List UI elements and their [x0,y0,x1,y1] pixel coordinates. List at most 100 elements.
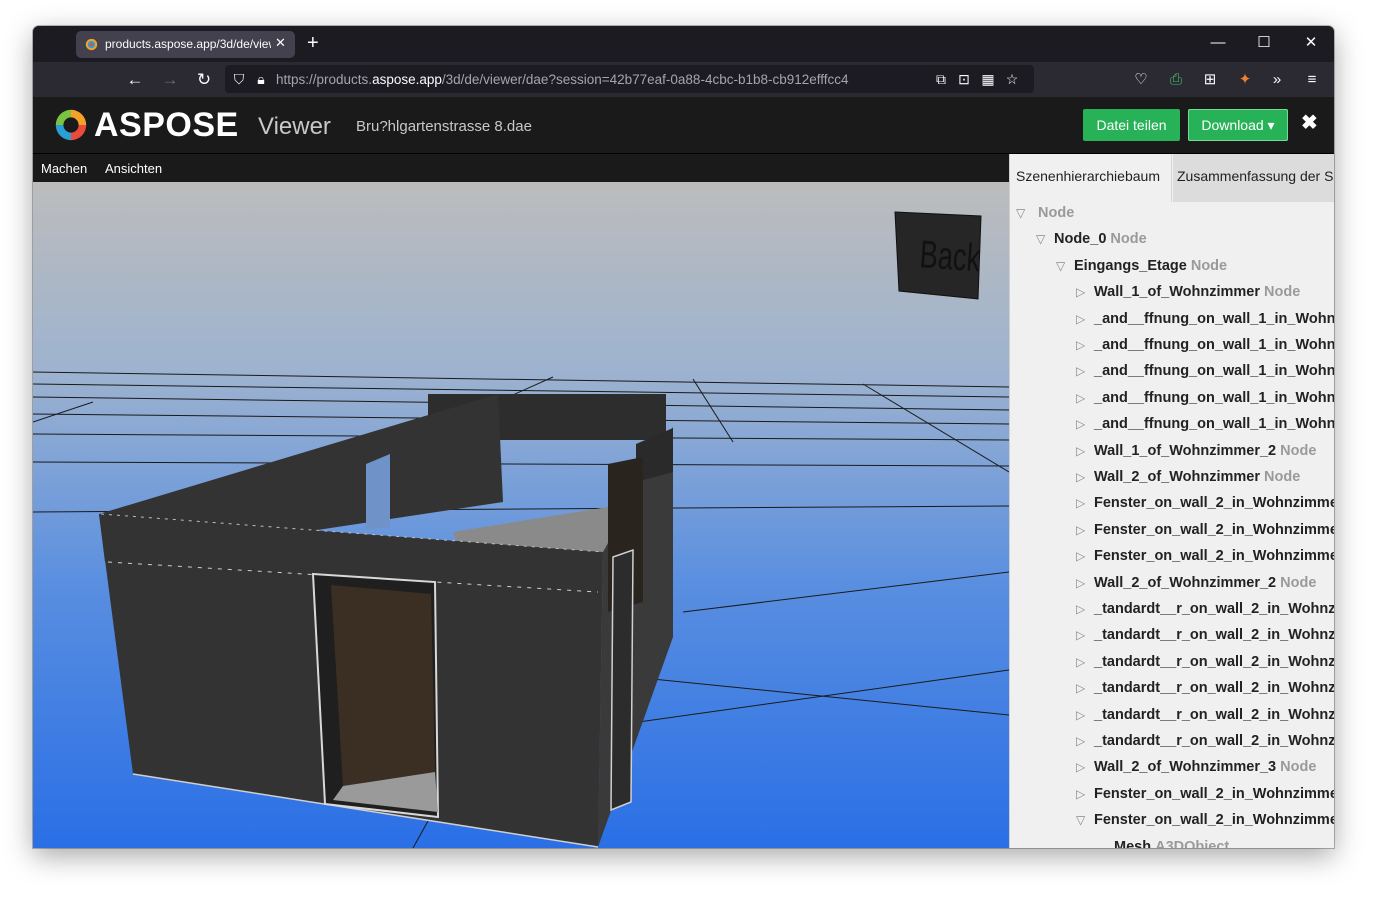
tab-scene-hierarchy[interactable]: Szenenhierarchiebaum [1010,154,1172,202]
new-tab-button[interactable]: + [307,32,319,54]
navigation-bar: ← → ↻ ⛉ 🔒︎ https://products.aspose.app/3… [33,62,1334,97]
front-door-panel [331,585,435,786]
collapsed-triangle-icon[interactable]: ▷ [1076,364,1094,378]
collapsed-triangle-icon[interactable]: ▷ [1076,576,1094,590]
collapsed-triangle-icon[interactable]: ▷ [1076,338,1094,352]
forward-arrow-icon[interactable]: → [157,67,183,93]
tree-node-name: _and__ffnung_on_wall_1_in_Wohnzimmer [1094,416,1334,433]
browser-window: products.aspose.app/3d/de/viewer ✕ + — ☐… [33,26,1334,848]
tree-node[interactable]: ▷_and__ffnung_on_wall_1_in_Wohnzimmer No… [1076,363,1334,385]
fox-addon-icon[interactable]: ✦ [1234,69,1256,91]
reload-icon[interactable]: ↻ [191,67,217,93]
minimize-icon[interactable]: — [1205,32,1231,54]
tree-node-name: Fenster_on_wall_2_in_Wohnzimmer [1094,495,1334,512]
tree-node[interactable]: ▽ Node_0 Node [1036,231,1147,253]
window-close-icon[interactable]: ✕ [1298,32,1324,54]
collapsed-triangle-icon[interactable]: ▷ [1076,523,1094,537]
collapsed-triangle-icon[interactable]: ▷ [1076,681,1094,695]
tree-node[interactable]: ▽Fenster_on_wall_2_in_Wohnzimmer Node [1076,812,1334,834]
collapsed-triangle-icon[interactable]: ▷ [1076,760,1094,774]
app-header: ASPOSE Viewer Bru?hlgartenstrasse 8.dae … [33,97,1334,154]
3d-scene[interactable]: Back [33,182,1009,848]
collapsed-triangle-icon[interactable]: ▷ [1076,708,1094,722]
collapsed-triangle-icon[interactable]: ▷ [1076,444,1094,458]
collapsed-triangle-icon[interactable]: ▷ [1076,549,1094,563]
tree-node[interactable]: ▷ Wall_2_of_Wohnzimmer_2 Node [1076,575,1316,597]
address-bar[interactable]: ⛉ 🔒︎ https://products.aspose.app/3d/de/v… [225,65,1034,93]
tree-node[interactable]: ▷ Wall_2_of_Wohnzimmer Node [1076,469,1300,491]
tree-node-name: Node_0 [1054,231,1107,248]
menu-machen[interactable]: Machen [41,161,87,176]
tree-node[interactable]: ▷ Wall_1_of_Wohnzimmer_2 Node [1076,443,1316,465]
tree-node-name: Eingangs_Etage [1074,257,1187,274]
tree-node[interactable]: ▷ Wall_2_of_Wohnzimmer_3 Node [1076,759,1316,781]
maximize-icon[interactable]: ☐ [1251,32,1277,54]
pocket-icon[interactable]: ♡ [1130,69,1152,91]
collapsed-triangle-icon[interactable]: ▷ [1076,602,1094,616]
tree-node[interactable]: ▷_and__ffnung_on_wall_1_in_Wohnzimmer No… [1076,311,1334,333]
tree-node[interactable]: ▷Fenster_on_wall_2_in_Wohnzimmer Node [1076,522,1334,544]
tree-node[interactable]: ▷_and__ffnung_on_wall_1_in_Wohnzimmer No… [1076,416,1334,438]
tree-node[interactable]: ▷_tandardt__r_on_wall_2_in_Wohnzimmer No… [1076,733,1334,755]
qr-code-icon[interactable]: ▦ [978,69,998,89]
overflow-chevrons-icon[interactable]: » [1266,69,1288,91]
tree-node-name: Fenster_on_wall_2_in_Wohnzimmer [1094,785,1334,802]
3d-viewport[interactable]: Back [33,182,1009,848]
tree-node[interactable]: Mesh A3DObject [1096,839,1229,848]
tree-node-type: A3DObject [1155,838,1230,848]
tree-node[interactable]: ▷_tandardt__r_on_wall_2_in_Wohnzimmer No… [1076,707,1334,729]
tree-node[interactable]: ▷Fenster_on_wall_2_in_Wohnzimmer Node [1076,495,1334,517]
tab-close-icon[interactable]: ✕ [275,35,286,51]
aspose-logo-text[interactable]: ASPOSE [94,106,239,145]
tree-node[interactable]: ▷Fenster_on_wall_2_in_Wohnzimmer Node [1076,786,1334,808]
collapsed-triangle-icon[interactable]: ▷ [1076,787,1094,801]
collapsed-triangle-icon[interactable]: ▷ [1076,417,1094,431]
url-text[interactable]: https://products.aspose.app/3d/de/viewer… [276,72,849,87]
back-arrow-icon[interactable]: ← [122,67,148,93]
tree-node[interactable]: ▷_tandardt__r_on_wall_2_in_Wohnzimmer No… [1076,680,1334,702]
collapsed-triangle-icon[interactable]: ▷ [1076,655,1094,669]
download-button[interactable]: Download ▾ [1188,109,1288,141]
aspose-favicon-icon [85,38,98,51]
hamburger-menu-icon[interactable]: ≡ [1301,69,1323,91]
expanded-triangle-icon[interactable]: ▽ [1056,259,1074,273]
tree-node[interactable]: ▷_and__ffnung_on_wall_1_in_Wohnzimmer No… [1076,337,1334,359]
shield-icon[interactable]: ⛉ [229,69,249,89]
collapsed-triangle-icon[interactable]: ▷ [1076,285,1094,299]
printer-icon[interactable]: ⎙ [1165,69,1187,91]
lock-icon[interactable]: 🔒︎ [251,69,271,89]
tree-node[interactable]: ▷_tandardt__r_on_wall_2_in_Wohnzimmer No… [1076,627,1334,649]
collapsed-triangle-icon[interactable]: ▷ [1076,734,1094,748]
extension-icon[interactable]: ⧉ [931,69,951,89]
menu-ansichten[interactable]: Ansichten [105,161,162,176]
tree-node-name: Fenster_on_wall_2_in_Wohnzimmer [1094,521,1334,538]
expanded-triangle-icon[interactable]: ▽ [1076,813,1094,827]
tree-node-name: Wall_2_of_Wohnzimmer [1094,469,1260,485]
expanded-triangle-icon[interactable]: ▽ [1036,232,1054,246]
tree-node[interactable]: ▽ Node [1016,205,1074,227]
expanded-triangle-icon[interactable]: ▽ [1016,206,1034,220]
tree-node[interactable]: ▷_and__ffnung_on_wall_1_in_Wohnzimmer No… [1076,390,1334,412]
tab-scene-summary[interactable]: Zusammenfassung der Szene [1173,154,1334,202]
tree-node-name: _and__ffnung_on_wall_1_in_Wohnzimmer [1094,363,1334,380]
tree-node[interactable]: ▷_tandardt__r_on_wall_2_in_Wohnzimmer No… [1076,601,1334,623]
screenshot-icon[interactable]: ⊡ [954,69,974,89]
tree-node[interactable]: ▷Fenster_on_wall_2_in_Wohnzimmer Node [1076,548,1334,570]
viewer-title: Viewer [258,113,331,140]
menu-bar: Machen Ansichten [33,154,1009,182]
share-file-button[interactable]: Datei teilen [1083,109,1180,141]
extensions-grid-icon[interactable]: ⊞ [1199,69,1221,91]
collapsed-triangle-icon[interactable]: ▷ [1076,391,1094,405]
tree-node[interactable]: ▷ Wall_1_of_Wohnzimmer Node [1076,284,1300,306]
tree-node[interactable]: ▽ Eingangs_Etage Node [1056,258,1227,280]
collapsed-triangle-icon[interactable]: ▷ [1076,312,1094,326]
tree-node[interactable]: ▷_tandardt__r_on_wall_2_in_Wohnzimmer No… [1076,654,1334,676]
bookmark-star-icon[interactable]: ☆ [1002,69,1022,89]
collapsed-triangle-icon[interactable]: ▷ [1076,628,1094,642]
collapsed-triangle-icon[interactable]: ▷ [1076,470,1094,484]
close-viewer-icon[interactable]: ✖ [1301,110,1318,135]
tree-node-name: _tandardt__r_on_wall_2_in_Wohnzimmer [1094,733,1334,749]
collapsed-triangle-icon[interactable]: ▷ [1076,496,1094,510]
tree-node-type: Node [1280,442,1317,459]
browser-tab[interactable]: products.aspose.app/3d/de/viewer ✕ [76,31,295,58]
